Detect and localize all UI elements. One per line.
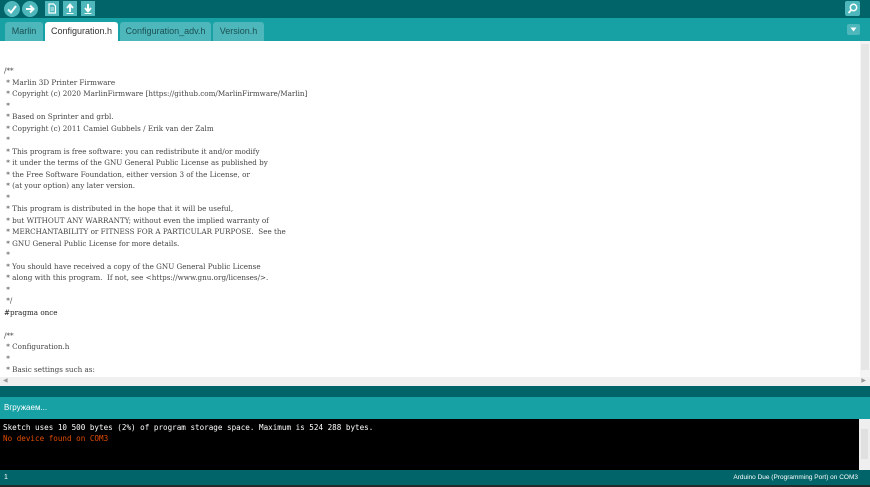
- code-line: * Configuration.h: [4, 342, 70, 351]
- code-line: * Marlin 3D Printer Firmware: [4, 77, 116, 87]
- code-line: /**: [4, 66, 14, 75]
- code-line: #pragma once: [4, 307, 58, 317]
- code-line: * GNU General Public License for more de…: [4, 238, 180, 248]
- arrow-right-icon: [26, 4, 35, 14]
- code-line: *: [4, 353, 10, 363]
- serial-monitor-button[interactable]: [845, 1, 860, 16]
- console-line-error: No device found on COM3: [3, 434, 109, 443]
- status-bar: Вгружаем...: [0, 397, 870, 419]
- editor-vertical-scroll-thumb[interactable]: [861, 44, 869, 370]
- check-icon: [7, 5, 17, 15]
- code-editor[interactable]: /** * Marlin 3D Printer Firmware * Copyr…: [0, 41, 870, 386]
- code-line: * along with this program. If not, see <…: [4, 273, 269, 282]
- console-line: Sketch uses 10 500 bytes (2%) of program…: [3, 423, 374, 432]
- tab-configuration-h[interactable]: Configuration.h: [45, 22, 118, 41]
- open-arrow-up-icon: [66, 3, 74, 14]
- new-file-icon: [48, 3, 57, 14]
- tab-configuration-adv-h[interactable]: Configuration_adv.h: [120, 22, 211, 41]
- code-line: * Copyright (c) 2020 MarlinFirmware [htt…: [4, 89, 308, 98]
- code-line: */: [4, 296, 13, 305]
- tab-marlin[interactable]: Marlin: [5, 22, 43, 41]
- code-line: * This program is distributed in the hop…: [4, 204, 234, 213]
- upload-button[interactable]: [22, 1, 38, 17]
- scroll-left-arrow-icon[interactable]: ◀: [3, 377, 8, 386]
- new-button[interactable]: [45, 1, 59, 16]
- code-line: *: [4, 284, 10, 294]
- save-button[interactable]: [81, 1, 95, 16]
- board-port-label: Arduino Due (Programming Port) on COM3: [733, 474, 858, 481]
- code-line: * Basic settings such as:: [4, 365, 95, 374]
- code-line: /**: [4, 330, 14, 340]
- code-line: * You should have received a copy of the…: [4, 261, 261, 271]
- editor-vertical-scrollbar[interactable]: [860, 41, 870, 377]
- code-line: * the Free Software Foundation, either v…: [4, 169, 250, 179]
- scroll-right-arrow-icon[interactable]: ▶: [861, 377, 866, 386]
- code-line: * This program is free software: you can…: [4, 146, 260, 156]
- triangle-down-icon: [850, 27, 857, 32]
- tab-menu-button[interactable]: [847, 24, 860, 35]
- line-number: 1: [4, 474, 8, 481]
- toolbar: [0, 0, 870, 18]
- console-scroll-thumb[interactable]: [861, 429, 868, 459]
- magnifier-icon: [847, 3, 858, 14]
- code-line: *: [4, 135, 10, 144]
- code-line: *: [4, 100, 10, 110]
- code-text-area[interactable]: /** * Marlin 3D Printer Firmware * Copyr…: [4, 65, 854, 385]
- code-line: *: [4, 250, 10, 259]
- code-line: * Based on Sprinter and grbl.: [4, 112, 114, 121]
- tab-bar: Marlin Configuration.h Configuration_adv…: [0, 18, 870, 41]
- footer-bar: 1 Arduino Due (Programming Port) on COM3: [0, 470, 870, 487]
- code-line: *: [4, 192, 10, 202]
- verify-button[interactable]: [4, 1, 20, 17]
- console-vertical-scrollbar[interactable]: [859, 419, 870, 470]
- save-arrow-down-icon: [84, 4, 92, 14]
- code-line: * it under the terms of the GNU General …: [4, 158, 268, 167]
- tab-version-h[interactable]: Version.h: [213, 22, 264, 41]
- code-line: * MERCHANTABILITY or FITNESS FOR A PARTI…: [4, 227, 286, 236]
- status-message: Вгружаем...: [4, 403, 48, 412]
- open-button[interactable]: [63, 1, 77, 16]
- code-line: * Copyright (c) 2011 Camiel Gubbels / Er…: [4, 123, 214, 133]
- console-output[interactable]: Sketch uses 10 500 bytes (2%) of program…: [0, 419, 870, 470]
- code-line: * (at your option) any later version.: [4, 181, 136, 190]
- code-line: * but WITHOUT ANY WARRANTY; without even…: [4, 215, 269, 225]
- editor-horizontal-scrollbar[interactable]: ◀ ▶: [0, 377, 870, 386]
